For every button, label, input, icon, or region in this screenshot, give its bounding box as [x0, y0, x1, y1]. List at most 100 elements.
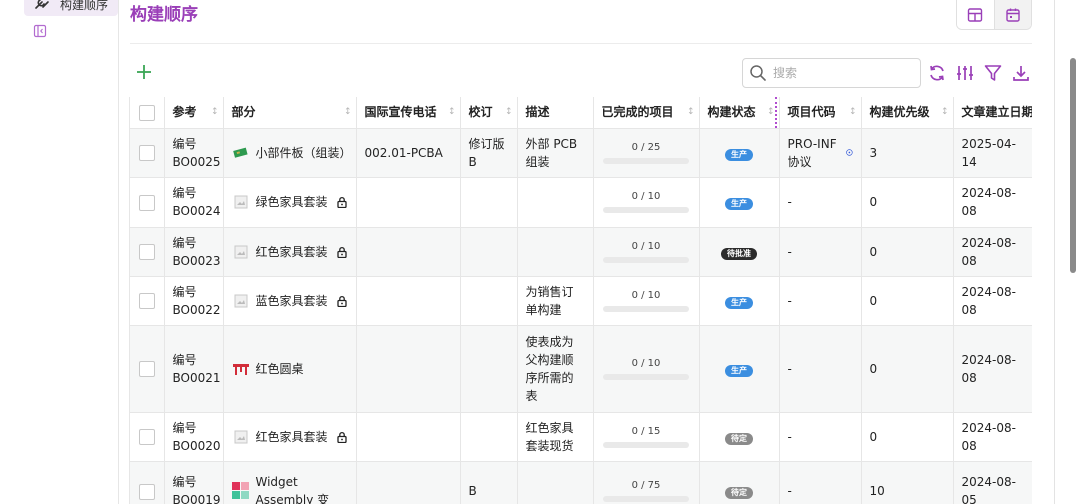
- priority-cell: 0: [861, 227, 954, 277]
- status-badge: 待批准: [721, 247, 757, 260]
- row-checkbox[interactable]: [138, 244, 155, 260]
- table-row[interactable]: 编号 BO0023 红色家具套装 0 / 10 待批准 - 0 2024-08-08: [130, 227, 1032, 277]
- row-checkbox[interactable]: [138, 429, 155, 445]
- reference-cell[interactable]: 编号 BO0024: [164, 177, 224, 228]
- part-name: 蓝色家具套装: [255, 293, 328, 308]
- part-cell[interactable]: 红色家具套装: [223, 412, 357, 462]
- select-all-cell: [130, 97, 165, 129]
- revision-text: 修订版 B: [468, 136, 505, 169]
- widget-assembly-icon: [231, 482, 250, 500]
- refresh-icon[interactable]: [927, 63, 947, 83]
- reference-cell[interactable]: 编号 BO0019: [164, 461, 224, 504]
- description-cell: [517, 177, 594, 228]
- image-placeholder-icon: [232, 428, 250, 446]
- sort-icon[interactable]: ↕: [767, 103, 775, 121]
- progress-bar: [603, 441, 689, 448]
- download-icon[interactable]: [1011, 63, 1031, 83]
- table-row[interactable]: 编号 BO0021 红色圆桌 使表成为父构建顺序所需的表 0 / 10 生产 - 0 2024…: [130, 325, 1032, 413]
- status-badge: 生产: [725, 148, 753, 161]
- project-code-text: -: [787, 244, 792, 259]
- column-header-part[interactable]: 部分 ↕: [223, 97, 357, 129]
- select-all-checkbox[interactable]: [138, 104, 155, 121]
- priority-text: 0: [869, 293, 878, 308]
- description-text: 外部 PCB 组装: [525, 136, 578, 169]
- sort-icon[interactable]: ↕: [211, 103, 219, 121]
- sort-icon[interactable]: ↕: [849, 103, 857, 121]
- reference-cell[interactable]: 编号 BO0025: [164, 128, 224, 178]
- add-button[interactable]: [134, 62, 154, 82]
- part-cell[interactable]: Widget Assembly 变: [223, 461, 357, 504]
- column-header-reference[interactable]: 参考 ↕: [164, 97, 224, 129]
- column-header-priority[interactable]: 构建优先级 ↕: [861, 97, 954, 129]
- sort-icon[interactable]: ↕: [941, 103, 949, 121]
- table-row[interactable]: 编号 BO0025 小部件板（组装） 002.01-PCBA 修订版 B 外部 PCB …: [130, 128, 1032, 178]
- priority-text: 10: [869, 484, 885, 498]
- part-cell[interactable]: 蓝色家具套装: [223, 276, 357, 326]
- reference-cell[interactable]: 编号 BO0021: [164, 325, 224, 413]
- part-cell[interactable]: 红色圆桌: [223, 325, 357, 413]
- sort-icon[interactable]: ↕: [344, 103, 352, 121]
- column-header-completed[interactable]: 已完成的项目 ↕: [593, 97, 700, 129]
- priority-cell: 0: [861, 412, 954, 462]
- sort-icon[interactable]: ↕: [505, 103, 513, 121]
- column-label: 项目代码: [787, 105, 836, 120]
- status-cell: 待定: [699, 412, 780, 462]
- column-label: 构建状态: [707, 105, 756, 120]
- row-checkbox[interactable]: [138, 145, 155, 161]
- column-header-status[interactable]: 构建状态 ↕: [699, 97, 780, 129]
- part-cell[interactable]: 红色家具套装: [223, 227, 357, 277]
- column-header-revision[interactable]: 校订 ↕: [460, 97, 518, 129]
- revision-cell: [460, 227, 518, 277]
- reference-text: 编号 BO0023: [172, 235, 221, 268]
- sort-icon[interactable]: ↕: [687, 103, 695, 121]
- part-name: 红色家具套装: [255, 244, 328, 259]
- progress-text: 0 / 10: [631, 240, 661, 252]
- table-row[interactable]: 编号 BO0024 绿色家具套装 0 / 10 生产 - 0 2024-08-08: [130, 177, 1032, 228]
- sort-icon[interactable]: ↕: [448, 103, 456, 121]
- part-cell[interactable]: 绿色家具套装: [223, 177, 357, 228]
- calendar-view-button[interactable]: [993, 0, 1031, 29]
- part-name: 小部件板（组装）: [255, 145, 352, 160]
- reference-cell[interactable]: 编号 BO0020: [164, 412, 224, 462]
- column-label: 部分: [231, 105, 256, 120]
- creation-date-text: 2024-08-08: [961, 235, 1016, 268]
- column-header-description[interactable]: 描述: [517, 97, 594, 129]
- sidebar-item-build-orders[interactable]: 构建顺序: [24, 0, 118, 16]
- column-label: 参考: [172, 105, 197, 120]
- info-icon[interactable]: [845, 148, 853, 157]
- creation-date-cell: 2024-08-08: [953, 276, 1032, 326]
- column-header-project-code[interactable]: 项目代码 ↕: [779, 97, 862, 129]
- filter-icon[interactable]: [983, 63, 1003, 83]
- priority-text: 0: [869, 195, 878, 209]
- row-checkbox[interactable]: [138, 194, 155, 211]
- search-box[interactable]: [742, 58, 921, 88]
- description-cell: 外部 PCB 组装: [517, 128, 594, 178]
- part-cell[interactable]: 小部件板（组装）: [223, 128, 357, 178]
- vertical-scrollbar[interactable]: [1070, 58, 1076, 273]
- column-header-ipn[interactable]: 国际宣传电话 ↕: [356, 97, 461, 129]
- description-cell: 红色家具套装现货: [517, 412, 594, 462]
- reference-text: 编号 BO0025: [172, 136, 221, 169]
- row-checkbox[interactable]: [138, 293, 155, 309]
- status-cell: 生产: [699, 325, 780, 413]
- reference-cell[interactable]: 编号 BO0022: [164, 276, 224, 326]
- column-header-creation-date[interactable]: 文章建立日期: [953, 97, 1032, 129]
- table-row[interactable]: 编号 BO0022 蓝色家具套装 为销售订单构建 0 / 10 生产 - 0 2024-08-…: [130, 276, 1032, 326]
- table-row[interactable]: 编号 BO0020 红色家具套装 红色家具套装现货 0 / 15 待定 - 0 2024-08…: [130, 412, 1032, 462]
- completed-cell: 0 / 25: [593, 128, 700, 178]
- table-row[interactable]: 编号 BO0019 Widget Assembly 变 B 0 / 75 待定 - 10 20…: [130, 461, 1032, 504]
- row-select-cell: [130, 412, 165, 462]
- reference-cell[interactable]: 编号 BO0023: [164, 227, 224, 277]
- search-input[interactable]: [773, 66, 913, 80]
- description-cell: [517, 461, 594, 504]
- column-resize-indicator[interactable]: [775, 97, 777, 128]
- project-code-cell: -: [779, 461, 862, 504]
- sidebar-collapse-icon[interactable]: [33, 24, 47, 38]
- row-checkbox[interactable]: [138, 361, 155, 377]
- table-view-button[interactable]: [957, 0, 994, 29]
- sliders-icon[interactable]: [955, 63, 975, 83]
- lock-icon: [336, 246, 347, 258]
- status-cell: 待批准: [699, 227, 780, 277]
- row-checkbox[interactable]: [138, 483, 155, 500]
- pcb-icon: [232, 144, 250, 162]
